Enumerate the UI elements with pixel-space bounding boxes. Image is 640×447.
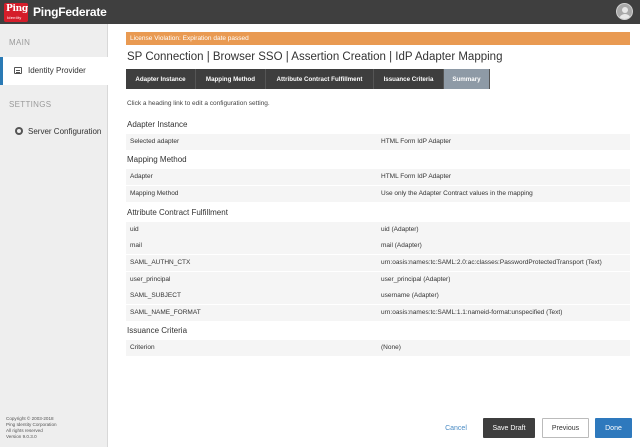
table-row: user_principal user_principal (Adapter) <box>126 272 630 288</box>
row-key: Mapping Method <box>130 190 179 197</box>
sidebar-section-main: MAIN <box>9 38 31 47</box>
row-key: Adapter <box>130 173 153 180</box>
ping-logo: Ping Identity <box>4 3 28 22</box>
logo-subtext: Identity <box>7 15 22 20</box>
instruction-text: Click a heading link to edit a configura… <box>127 100 270 107</box>
table-row: Mapping Method Use only the Adapter Cont… <box>126 186 630 202</box>
row-value: username (Adapter) <box>381 292 439 299</box>
version-text: Version 9.0.3.0 <box>6 434 37 439</box>
table-row: SAML_SUBJECT username (Adapter) <box>126 288 630 304</box>
sidebar-item-identity-provider[interactable]: Identity Provider <box>0 57 108 85</box>
row-key: uid <box>130 226 139 233</box>
id-card-icon <box>14 67 22 74</box>
tab-issuance-criteria[interactable]: Issuance Criteria <box>374 69 444 89</box>
server-icon <box>15 127 23 135</box>
row-key: SAML_SUBJECT <box>130 292 181 299</box>
license-violation-banner: License Violation: Expiration date passe… <box>126 32 630 45</box>
row-value: user_principal (Adapter) <box>381 276 451 283</box>
row-value: urn:oasis:names:tc:SAML:2.0:ac:classes:P… <box>381 259 602 266</box>
previous-button[interactable]: Previous <box>542 418 589 438</box>
row-value: Use only the Adapter Contract values in … <box>381 190 533 197</box>
sidebar-item-label: Identity Provider <box>28 66 86 75</box>
row-value: mail (Adapter) <box>381 242 422 249</box>
sidebar-section-settings: SETTINGS <box>9 100 52 109</box>
table-row: Selected adapter HTML Form IdP Adapter <box>126 134 630 150</box>
row-value: uid (Adapter) <box>381 226 419 233</box>
product-name: PingFederate <box>33 5 107 19</box>
wizard-tabs: Adapter Instance Mapping Method Attribut… <box>126 69 490 89</box>
row-value: HTML Form IdP Adapter <box>381 173 452 180</box>
page-title: SP Connection | Browser SSO | Assertion … <box>127 51 503 63</box>
tab-mapping-method[interactable]: Mapping Method <box>196 69 266 89</box>
user-avatar-icon[interactable] <box>616 3 633 20</box>
done-button[interactable]: Done <box>595 418 632 438</box>
row-key: mail <box>130 242 142 249</box>
logo-text: Ping <box>6 4 28 14</box>
section-heading-adapter-instance[interactable]: Adapter Instance <box>127 120 187 129</box>
section-heading-mapping-method[interactable]: Mapping Method <box>127 155 187 164</box>
table-row: mail mail (Adapter) <box>126 238 630 254</box>
row-key: Criterion <box>130 344 155 351</box>
section-heading-issuance-criteria[interactable]: Issuance Criteria <box>127 326 187 335</box>
section-heading-attribute-contract-fulfillment[interactable]: Attribute Contract Fulfillment <box>127 208 228 217</box>
sidebar-item-label: Server Configuration <box>28 127 102 136</box>
row-value: urn:oasis:names:tc:SAML:1.1:nameid-forma… <box>381 309 563 316</box>
table-row: Adapter HTML Form IdP Adapter <box>126 169 630 185</box>
top-bar: Ping Identity PingFederate <box>0 0 640 24</box>
row-key: Selected adapter <box>130 138 180 145</box>
tab-summary[interactable]: Summary <box>444 69 490 89</box>
table-row: SAML_AUTHN_CTX urn:oasis:names:tc:SAML:2… <box>126 255 630 271</box>
table-row: SAML_NAME_FORMAT urn:oasis:names:tc:SAML… <box>126 305 630 321</box>
sidebar: MAIN Identity Provider SETTINGS Server C… <box>0 24 108 447</box>
cancel-button[interactable]: Cancel <box>437 421 475 437</box>
tab-adapter-instance[interactable]: Adapter Instance <box>126 69 196 89</box>
copyright: Copyright © 2003-2018 Ping Identity Corp… <box>6 416 57 440</box>
table-row: uid uid (Adapter) <box>126 222 630 238</box>
sidebar-item-server-configuration[interactable]: Server Configuration <box>0 118 108 146</box>
row-value: (None) <box>381 344 401 351</box>
row-key: SAML_AUTHN_CTX <box>130 259 191 266</box>
row-key: SAML_NAME_FORMAT <box>130 309 201 316</box>
tab-attribute-contract-fulfillment[interactable]: Attribute Contract Fulfillment <box>266 69 374 89</box>
table-row: Criterion (None) <box>126 340 630 356</box>
save-draft-button[interactable]: Save Draft <box>483 418 535 438</box>
row-value: HTML Form IdP Adapter <box>381 138 452 145</box>
row-key: user_principal <box>130 276 171 283</box>
